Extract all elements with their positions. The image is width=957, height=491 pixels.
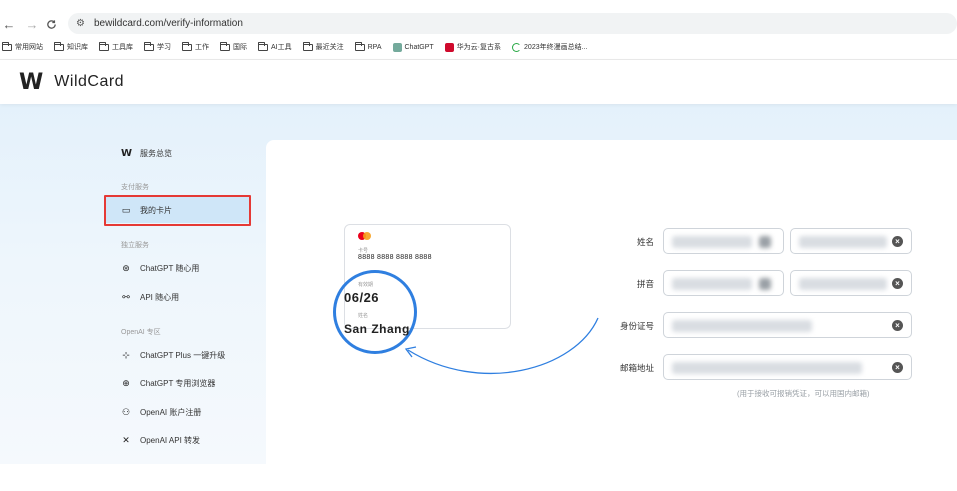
sidebar-item-label: ChatGPT 随心用 (140, 263, 200, 273)
wildcard-logo[interactable]: W (19, 70, 43, 95)
bookmark-item[interactable]: 工具库 (99, 41, 133, 52)
bookmark-label: 2023年终漫画总结... (524, 44, 588, 51)
pinyin-label: 拼音 (636, 279, 654, 289)
group-label-payment: 支付服务 (121, 184, 149, 191)
bookmark-label: 学习 (157, 44, 171, 51)
group-label-independent: 独立服务 (121, 242, 149, 249)
shuffle-icon: ✕ (122, 434, 130, 445)
bookmark-label: 工作 (195, 44, 209, 51)
card-expiry: 06/26 (344, 290, 380, 305)
mastercard-icon (358, 232, 372, 241)
folder-icon (258, 41, 268, 51)
group-label-openai: OpenAI 专区 (121, 329, 161, 336)
clear-icon[interactable]: × (892, 320, 903, 331)
bookmark-label: 最近关注 (315, 44, 344, 51)
bookmark-item[interactable]: 国际 (220, 41, 247, 52)
url-text: bewildcard.com/verify-information (93, 18, 243, 29)
email-hint: (用于接收可报销凭证，可以用国内邮箱) (737, 389, 870, 398)
sidebar-item-browser[interactable]: ⊕ ChatGPT 专用浏览器 (100, 370, 250, 396)
app-header: W WildCard (0, 60, 957, 104)
site-icon (512, 42, 522, 52)
clear-icon[interactable]: × (892, 278, 903, 289)
bookmark-item[interactable]: 最近关注 (302, 41, 344, 52)
given-name-input[interactable]: × (790, 228, 912, 254)
bookmark-item[interactable]: 学习 (144, 41, 171, 52)
email-label: 邮箱地址 (619, 363, 654, 373)
id-number-label: 身份证号 (619, 321, 654, 331)
folder-icon (354, 41, 365, 51)
site-icon (444, 42, 454, 52)
bookmark-item[interactable]: 知识库 (54, 41, 88, 52)
sidebar-item-api-forward[interactable]: ✕ OpenAI API 转发 (100, 427, 250, 453)
sidebar-item-label: ChatGPT Plus 一键升级 (140, 350, 226, 360)
bookmark-item[interactable]: 常用网站 (2, 41, 43, 52)
reload-icon[interactable] (42, 14, 60, 34)
sidebar-item-label: 服务总览 (140, 148, 172, 158)
folder-icon (144, 41, 154, 51)
bookmark-label: AI工具 (271, 44, 292, 51)
bookmark-label: 华为云·复古系 (456, 44, 502, 51)
bookmark-label: 国际 (233, 44, 247, 51)
sidebar-item-account-register[interactable]: ⚇ OpenAI 账户注册 (100, 399, 250, 425)
folder-icon (99, 41, 109, 51)
sidebar-item-label: API 随心用 (140, 292, 180, 302)
sidebar-item-api-anytime[interactable]: ⚯ API 随心用 (100, 284, 250, 310)
sidebar-item-overview[interactable]: W 服务总览 (100, 140, 250, 166)
bookmark-item[interactable]: ChatGPT (392, 42, 434, 52)
id-number-input[interactable]: × (663, 312, 912, 338)
back-icon[interactable]: ← (0, 14, 18, 34)
highlight-box (104, 195, 251, 226)
site-icon (392, 42, 402, 52)
sidebar-item-chatgpt-anytime[interactable]: ⊛ ChatGPT 随心用 (100, 255, 250, 281)
folder-icon (182, 41, 192, 51)
email-input[interactable]: × (663, 354, 912, 380)
card-number-label: 卡号 (358, 248, 369, 254)
bookmark-label: 常用网站 (15, 44, 43, 51)
clear-icon[interactable]: × (892, 362, 903, 373)
brand-name: WildCard (54, 73, 125, 90)
upgrade-icon: ⊹ (122, 349, 130, 360)
bookmark-label: 工具库 (112, 44, 133, 51)
browser-icon: ⊕ (122, 377, 130, 388)
address-bar[interactable]: ⚙ bewildcard.com/verify-information (68, 13, 957, 34)
openai-icon: ⊛ (122, 262, 130, 273)
folder-icon (54, 41, 64, 51)
given-name-pinyin-input[interactable]: × (790, 270, 912, 296)
bookmark-item[interactable]: 工作 (182, 41, 209, 52)
folder-icon (2, 41, 12, 51)
sidebar-item-label: OpenAI 账户注册 (140, 407, 202, 417)
bookmark-label: RPA (367, 43, 382, 51)
forward-icon[interactable]: → (23, 14, 41, 34)
card-number: 8888 8888 8888 8888 (358, 254, 432, 261)
surname-input[interactable] (663, 228, 784, 254)
bookmark-item[interactable]: 华为云·复古系 (444, 42, 502, 52)
site-settings-icon[interactable]: ⚙ (76, 18, 85, 29)
folder-icon (220, 41, 230, 51)
bookmarks-bar: 常用网站 知识库 工具库 学习 工作 国际 AI工具 最近关注 RPA ChatGPT 华为云·复古… (0, 38, 957, 56)
bookmark-item[interactable]: AI工具 (258, 41, 292, 52)
sidebar-item-label: OpenAI API 转发 (140, 435, 201, 445)
link-icon: ⚯ (122, 291, 130, 302)
browser-toolbar: ← → ⚙ bewildcard.com/verify-information (0, 12, 957, 36)
card-holder-name: San Zhang (344, 322, 410, 336)
name-label: 姓名 (636, 237, 654, 247)
bookmark-item[interactable]: 2023年终漫画总结... (512, 42, 587, 52)
surname-pinyin-input[interactable] (663, 270, 784, 296)
bookmark-label: 知识库 (67, 44, 88, 51)
account-icon: ⚇ (121, 406, 131, 417)
sidebar-item-label: ChatGPT 专用浏览器 (140, 378, 216, 388)
highlight-circle (333, 270, 417, 354)
bookmark-item[interactable]: RPA (354, 41, 382, 51)
bookmark-label: ChatGPT (404, 43, 434, 51)
sidebar-item-plus-upgrade[interactable]: ⊹ ChatGPT Plus 一键升级 (100, 342, 270, 368)
folder-icon (302, 41, 313, 51)
wildcard-small-icon: W (120, 147, 132, 159)
clear-icon[interactable]: × (892, 236, 903, 247)
